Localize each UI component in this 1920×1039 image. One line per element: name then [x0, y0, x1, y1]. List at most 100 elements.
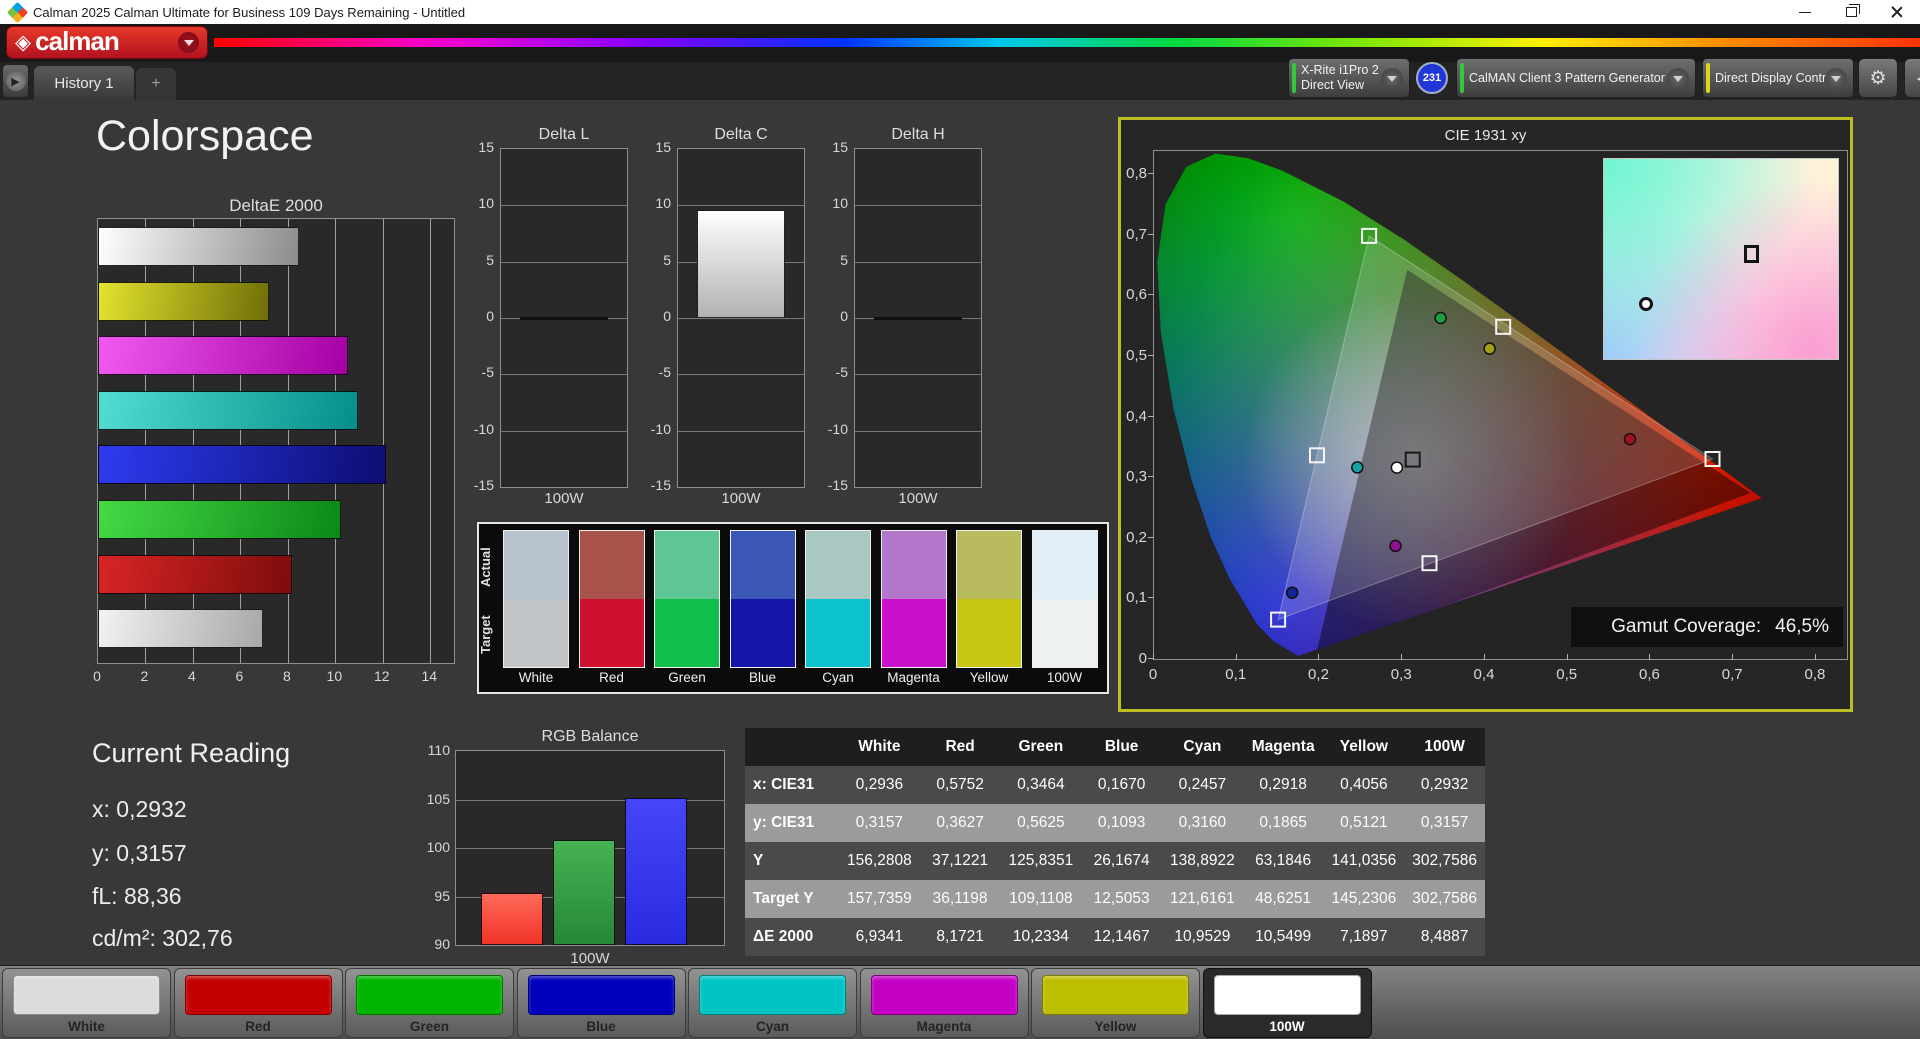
tab-history-1[interactable]: History 1 — [34, 66, 134, 100]
row-label: y: CIE31 — [753, 814, 815, 831]
calman-menu-button[interactable]: ◈ calman — [6, 26, 208, 59]
arrow-right-icon: ▶ — [5, 71, 26, 91]
swatch-column-100w — [1031, 530, 1098, 668]
gridline — [855, 374, 981, 376]
cie-x-tick: 0,4 — [1473, 666, 1495, 683]
rgb-balance-chart — [455, 750, 725, 946]
tab-scroll-button[interactable]: ▶ — [2, 64, 29, 98]
cie-y-tick: 0,7 — [1126, 225, 1147, 243]
tick-mark — [1148, 233, 1154, 235]
table-cell: 0,5121 — [1340, 814, 1388, 831]
tick-mark — [1148, 354, 1154, 356]
pattern-button-green[interactable]: Green — [345, 968, 514, 1038]
row-label: x: CIE31 — [753, 776, 815, 793]
target-swatch — [957, 599, 1021, 667]
meter-dropdown-chevron[interactable] — [1381, 68, 1403, 90]
y-tick-label: -15 — [473, 477, 494, 493]
x-tick-label: 8 — [282, 668, 291, 684]
pattern-button-yellow[interactable]: Yellow — [1031, 968, 1200, 1038]
pattern-swatch — [870, 975, 1018, 1015]
pattern-button-blue[interactable]: Blue — [516, 968, 686, 1038]
cie-y-tick: 0,6 — [1126, 286, 1147, 304]
display-control-name: Direct Display Control — [1715, 70, 1836, 85]
tick-mark — [1148, 294, 1154, 296]
meter-count-badge[interactable]: 231 — [1416, 62, 1448, 94]
gridline — [501, 261, 627, 263]
cie-chart-title: CIE 1931 xy — [1444, 127, 1527, 144]
y-tick-label: 0 — [663, 308, 671, 324]
table-cell: 48,6251 — [1255, 890, 1312, 907]
swatch-column-yellow — [956, 530, 1022, 668]
y-tick-label: -15 — [650, 477, 671, 493]
pattern-label: Magenta — [916, 1019, 972, 1034]
swatch-label: 100W — [1046, 670, 1083, 685]
cie-y-tick: 0,8 — [1126, 165, 1147, 183]
table-cell: 141,0356 — [1331, 852, 1397, 869]
swatch-column-cyan — [805, 530, 871, 668]
pattern-button-magenta[interactable]: Magenta — [859, 968, 1029, 1038]
pattern-generator-name: CalMAN Client 3 Pattern Generator — [1469, 70, 1665, 85]
tick-mark — [1566, 654, 1568, 660]
settings-button[interactable]: ⚙ — [1858, 58, 1898, 98]
pattern-dropdown-chevron[interactable] — [1667, 68, 1689, 90]
table-cell: 0,2918 — [1259, 776, 1307, 793]
table-cell: 0,3464 — [1017, 776, 1065, 793]
display-control-dropdown[interactable]: Direct Display Control — [1702, 58, 1854, 98]
deltae-bar-green — [98, 500, 341, 539]
tick-mark — [1148, 536, 1154, 538]
gridline — [430, 219, 432, 663]
close-button[interactable] — [1874, 0, 1920, 24]
whitepoint-inset — [1603, 158, 1839, 360]
column-header-Green: Green — [1018, 738, 1064, 755]
table-cell: 0,3627 — [936, 814, 984, 831]
measured-marker-magenta — [1389, 539, 1402, 553]
pattern-button-white[interactable]: White — [2, 968, 171, 1038]
pattern-label: Yellow — [1094, 1019, 1137, 1034]
add-tab-button[interactable]: + — [136, 68, 176, 100]
swatch-column-blue — [729, 530, 796, 668]
delta_l-chart — [500, 148, 628, 488]
actual-swatch — [957, 531, 1021, 599]
delta_h-chart — [854, 148, 982, 488]
measured-marker-cyan — [1351, 461, 1364, 474]
display-dropdown-chevron[interactable] — [1825, 68, 1847, 90]
cie-1931-panel: CIE 1931 xy 0 0,1 0,2 0,3 0,4 0,5 0,6 0,7 0,8 0 0,… — [1118, 117, 1853, 712]
deltae-bar-cyan — [98, 390, 358, 430]
restore-button[interactable] — [1828, 0, 1874, 24]
table-cell: 0,1865 — [1259, 814, 1307, 831]
swatch-label: Cyan — [822, 670, 854, 685]
table-row: y: CIE31 0,3157 0,3627 0,5625 0,1093 0,3160 0,… — [745, 804, 1485, 842]
table-row: x: CIE31 0,2936 0,5752 0,3464 0,1670 0,2457 0,… — [745, 766, 1485, 804]
x-tick-label: 4 — [188, 668, 196, 684]
close-icon — [1891, 6, 1903, 18]
brand-strip: ◈ calman — [0, 24, 1920, 62]
delta_l-title: Delta L — [538, 126, 590, 143]
pattern-generator-dropdown[interactable]: CalMAN Client 3 Pattern Generator — [1456, 58, 1696, 98]
row-label: Target Y — [753, 890, 814, 907]
table-cell: 0,5752 — [936, 776, 984, 793]
tick-mark — [1401, 654, 1403, 660]
measured-marker-white — [1390, 461, 1404, 474]
pattern-button-cyan[interactable]: Cyan — [688, 968, 857, 1038]
tick-mark — [1235, 654, 1237, 660]
gridline — [501, 205, 627, 207]
pattern-button-100w[interactable]: 100W — [1202, 968, 1372, 1038]
meter-dropdown[interactable]: X-Rite i1Pro 2 Direct View — [1288, 58, 1410, 98]
y-tick-label: -5 — [658, 364, 671, 381]
pattern-button-red[interactable]: Red — [173, 968, 343, 1038]
table-cell: 302,7586 — [1412, 890, 1477, 907]
tick-mark — [1148, 476, 1154, 478]
rgb-y-tick: 105 — [426, 790, 450, 807]
tick-mark — [1814, 654, 1816, 660]
minimize-button[interactable] — [1782, 0, 1828, 24]
pattern-status-accent — [1460, 63, 1464, 93]
tick-mark — [1649, 654, 1651, 660]
cie-y-tick: 0,4 — [1126, 407, 1147, 425]
collapse-panel-button[interactable]: ◀ — [1904, 58, 1920, 98]
column-header-Magenta: Magenta — [1251, 738, 1315, 755]
cie-x-tick: 0,8 — [1804, 666, 1826, 683]
calman-menu-chevron[interactable] — [178, 32, 199, 53]
tick-mark — [1732, 654, 1734, 660]
delta_c-chart — [677, 148, 805, 488]
actual-swatch — [881, 531, 946, 599]
